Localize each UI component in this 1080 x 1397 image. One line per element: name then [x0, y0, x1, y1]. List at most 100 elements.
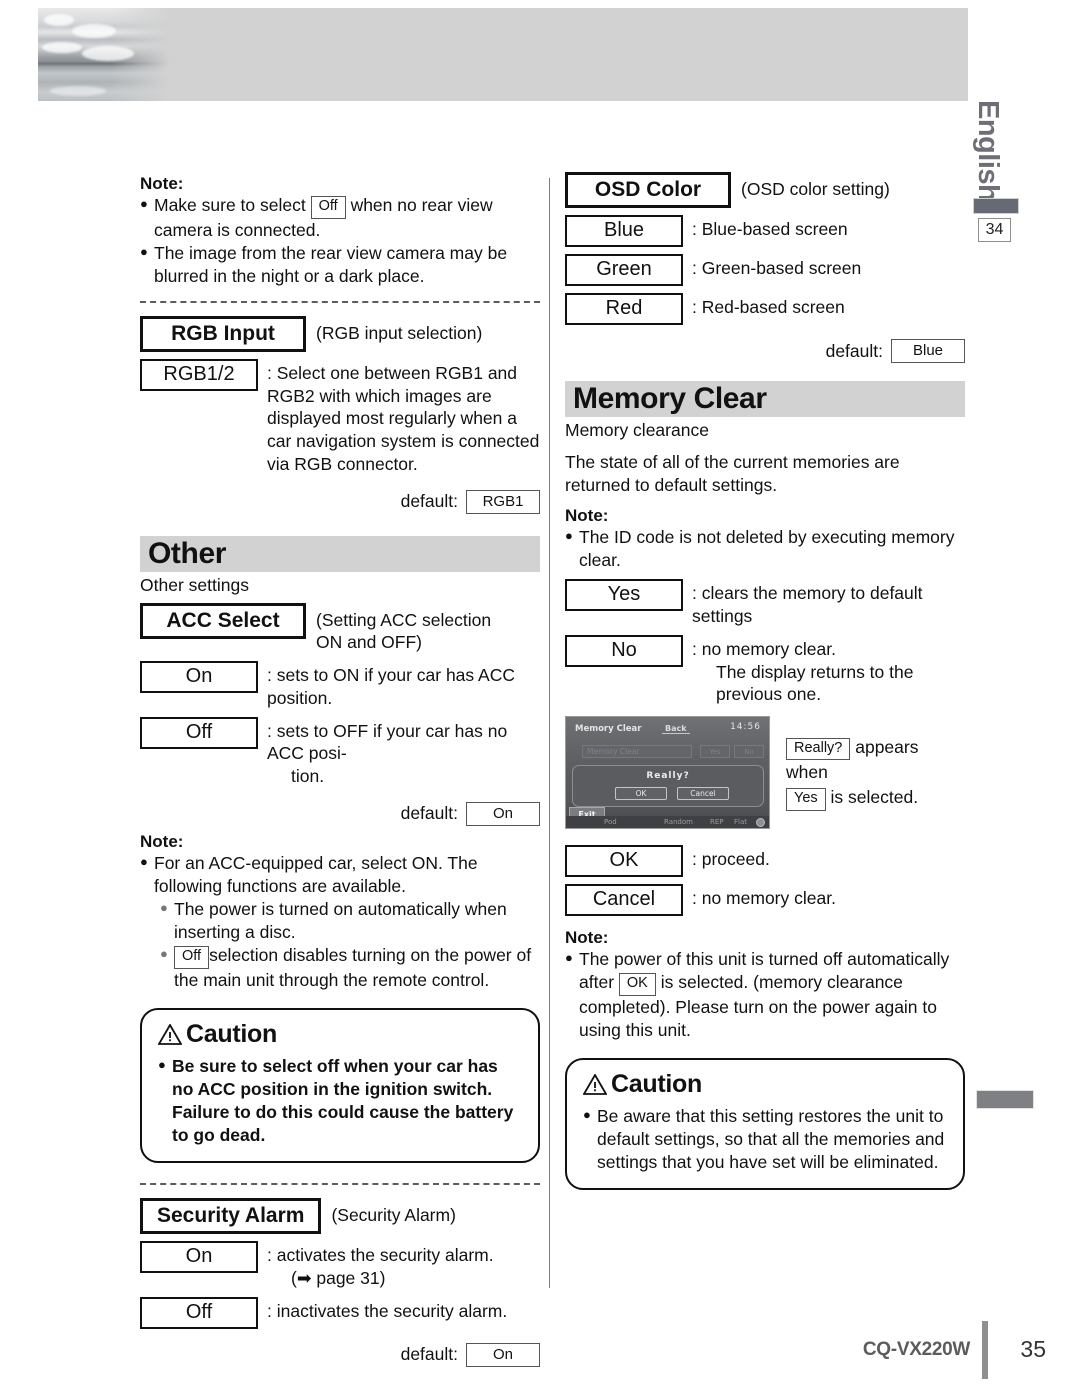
rgb-input-heading-row: RGB Input (RGB input selection)	[140, 315, 540, 352]
security-option-on[interactable]: On	[140, 1241, 258, 1274]
key-ok-icon: OK	[618, 973, 656, 996]
confirm-option-ok[interactable]: OK	[565, 845, 683, 878]
rgb-option-value[interactable]: RGB1/2	[140, 358, 258, 391]
note-bullet-text: The ID code is not deleted by executing …	[579, 527, 955, 571]
confirm-option-row: OK : proceed.	[565, 845, 965, 878]
default-value-box: On	[466, 801, 540, 826]
note-bullet-text: Make sure to select Off when no rear vie…	[154, 194, 540, 242]
lcd-caption-text-2: is selected.	[830, 787, 919, 808]
default-label: default:	[400, 803, 458, 824]
page-header-band	[38, 8, 968, 101]
security-option-row: Off : inactivates the security alarm.	[140, 1296, 540, 1329]
footer-page-number: 35	[1020, 1336, 1046, 1362]
lcd-back-button[interactable]: Back	[662, 724, 690, 735]
confirm-option-value-cell: OK	[565, 845, 683, 878]
osd-option-blue[interactable]: Blue	[565, 215, 683, 247]
memory-no-desc-line1: : no memory clear.	[692, 638, 836, 659]
note-label: Note:	[140, 174, 184, 193]
default-label: default:	[825, 340, 883, 361]
manual-page: English 34 Note: ● Make sure to select O…	[0, 0, 1080, 1397]
section-other: Other Other settings	[140, 535, 540, 597]
osd-option-row: Blue : Blue-based screen	[565, 215, 965, 247]
osd-option-blue-description: : Blue-based screen	[692, 219, 848, 239]
confirm-option-cancel[interactable]: Cancel	[565, 884, 683, 917]
memory-option-no[interactable]: No	[565, 634, 683, 667]
lcd-dialog-ok-button[interactable]: OK	[615, 787, 667, 801]
footer-separator	[982, 1321, 988, 1379]
acc-option-row: Off : sets to OFF if your car has no ACC…	[140, 716, 540, 788]
section-security-alarm: Security Alarm (Security Alarm) On : act…	[140, 1198, 540, 1367]
bullet-dot: ●	[565, 950, 573, 966]
memory-option-no-description: : no memory clear. The display returns to…	[683, 635, 965, 706]
bullet-dot: ●	[160, 946, 168, 962]
osd-color-heading: OSD Color	[565, 172, 731, 208]
default-label: default:	[400, 491, 458, 512]
other-band-title: Other	[148, 536, 227, 570]
osd-option-green-description: : Green-based screen	[692, 258, 862, 278]
caution-bullet-text: Be sure to select off when your car has …	[172, 1055, 514, 1146]
note-bullet: ● The image from the rear view camera ma…	[140, 242, 540, 288]
osd-option-red-description: : Red-based screen	[692, 297, 845, 317]
lcd-yes-button[interactable]: Yes	[700, 745, 730, 759]
acc-off-desc-line1: : sets to OFF if your car has no ACC pos…	[267, 720, 508, 764]
rgb-option-description: : Select one between RGB1 and RGB2 with …	[267, 362, 540, 474]
osd-color-heading-note: (OSD color setting)	[741, 179, 890, 199]
security-heading-row: Security Alarm (Security Alarm)	[140, 1198, 540, 1235]
note-sub-bullet: ● The power is turned on automatically w…	[140, 898, 540, 944]
bullet-dot: ●	[158, 1056, 166, 1072]
cloud-shape	[50, 86, 106, 96]
lcd-footer-label-2: Random	[664, 818, 693, 827]
lcd-footer-label-1: Pod	[604, 818, 617, 827]
memory-option-value-cell: Yes	[565, 579, 683, 612]
page-reference-box: 34	[978, 218, 1011, 242]
lcd-dialog-cancel-button[interactable]: Cancel	[677, 787, 729, 801]
lcd-footer-label-4: Flat	[734, 818, 748, 827]
acc-option-off-description: : sets to OFF if your car has no ACC pos…	[258, 717, 540, 788]
note-sub-bullet-text: The power is turned on automatically whe…	[174, 899, 507, 943]
caution-acc: Caution ● Be sure to select off when you…	[140, 1007, 540, 1164]
memory-clear-subtitle: Memory clearance	[565, 420, 709, 440]
language-tab-marker	[973, 198, 1019, 214]
osd-option-red[interactable]: Red	[565, 293, 683, 325]
default-label: default:	[400, 1344, 458, 1365]
caution-bullet: ● Be sure to select off when your car ha…	[158, 1055, 522, 1147]
memory-clear-band-title: Memory Clear	[573, 382, 767, 415]
security-on-page-ref: (➡ page 31)	[291, 1268, 386, 1289]
osd-option-green[interactable]: Green	[565, 254, 683, 286]
bullet-dot: ●	[140, 853, 148, 869]
security-option-value-cell: On	[140, 1241, 258, 1274]
acc-select-heading: ACC Select	[140, 602, 306, 639]
memory-clear-band: Memory Clear	[565, 381, 965, 417]
acc-select-heading-note: (Setting ACC selection ON and OFF)	[316, 609, 492, 653]
default-value-box: On	[466, 1342, 540, 1367]
bullet-dot: ●	[160, 900, 168, 916]
left-column: Note: ● Make sure to select Off when no …	[140, 172, 540, 1367]
warning-triangle-icon	[158, 1023, 182, 1045]
rgb-input-heading-note: (RGB input selection)	[316, 322, 483, 343]
warning-triangle-icon	[583, 1074, 607, 1095]
bullet-dot: ●	[140, 196, 148, 211]
section-rgb-input: RGB Input (RGB input selection) RGB1/2 :…	[140, 315, 540, 514]
acc-option-on[interactable]: On	[140, 661, 258, 694]
acc-option-off[interactable]: Off	[140, 716, 258, 749]
osd-option-row: Green : Green-based screen	[565, 254, 965, 286]
acc-option-value-cell: On	[140, 661, 258, 694]
lcd-clock: 14:56	[730, 722, 761, 733]
language-tab: English	[972, 100, 1004, 202]
security-on-desc-line1: : activates the security alarm.	[267, 1245, 494, 1266]
acc-option-row: On : sets to ON if your car has ACC posi…	[140, 661, 540, 710]
caution-bullet: ● Be aware that this setting restores th…	[583, 1105, 947, 1174]
osd-option-value-cell: Green	[565, 254, 683, 286]
divider-dotted	[140, 1183, 540, 1186]
caution-memory-clear: Caution ● Be aware that this setting res…	[565, 1058, 965, 1191]
section-acc-select: ACC Select (Setting ACC selection ON and…	[140, 602, 540, 826]
note-bullet: ● The ID code is not deleted by executin…	[565, 526, 965, 572]
memory-option-row: No : no memory clear. The display returns…	[565, 634, 965, 706]
confirm-option-row: Cancel : no memory clear.	[565, 884, 965, 917]
osd-option-value-cell: Red	[565, 293, 683, 325]
security-option-off[interactable]: Off	[140, 1296, 258, 1329]
acc-default-row: default: On	[140, 801, 540, 826]
memory-option-yes[interactable]: Yes	[565, 579, 683, 612]
lcd-no-button[interactable]: No	[734, 745, 764, 759]
confirm-option-ok-description: : proceed.	[692, 849, 770, 870]
